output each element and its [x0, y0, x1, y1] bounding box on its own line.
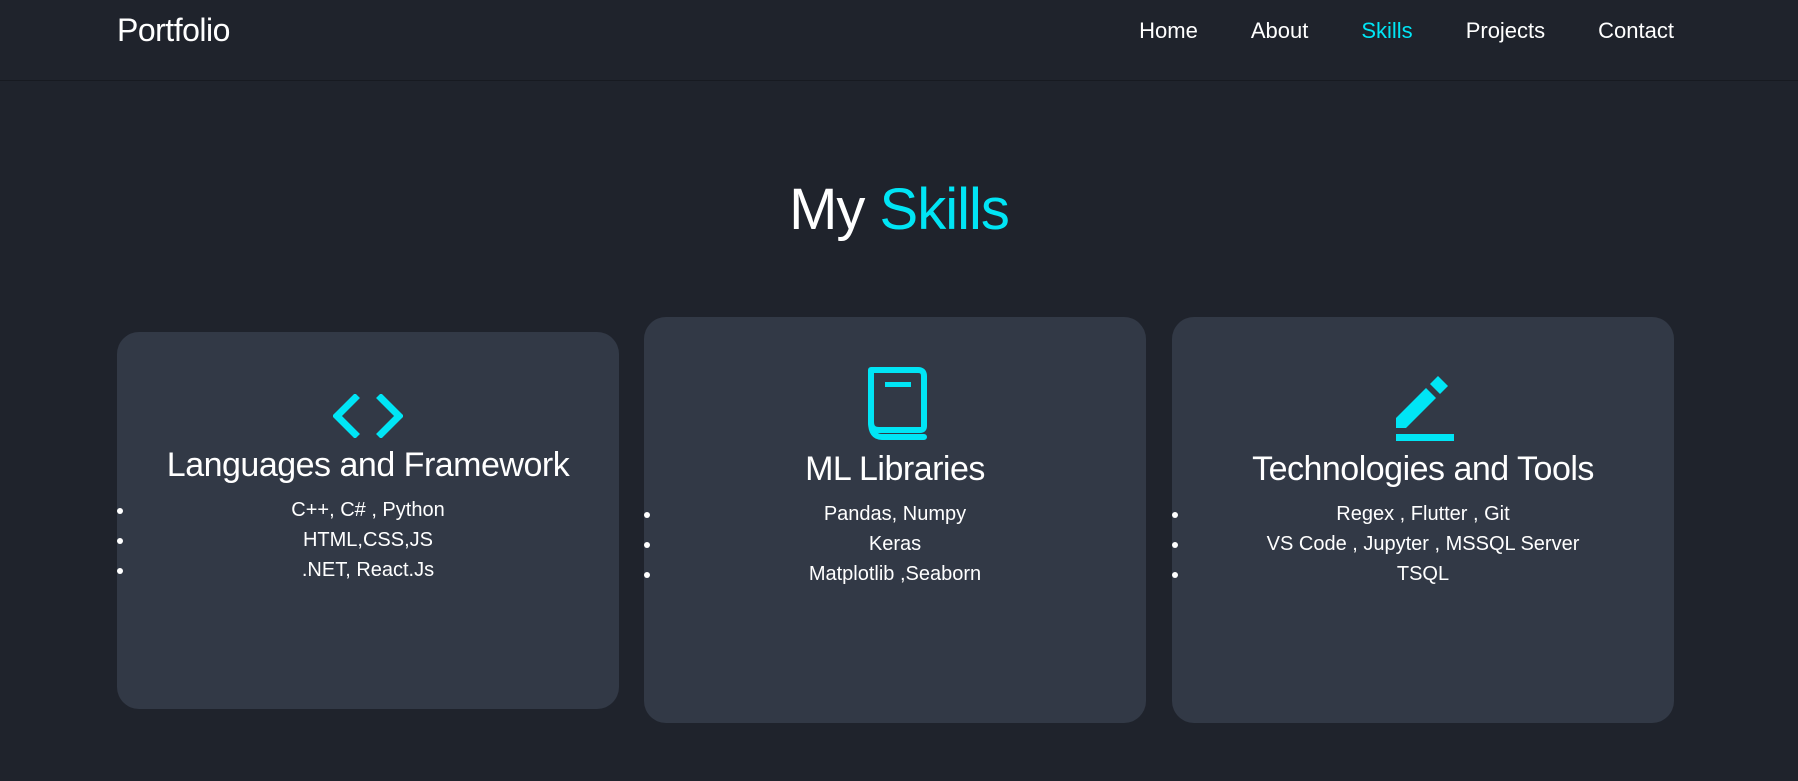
list-item: Pandas, Numpy: [662, 499, 1128, 529]
list-item: C++, C# , Python: [135, 495, 601, 525]
brand-logo[interactable]: Portfolio: [117, 12, 230, 49]
list-item: Matplotlib ,Seaborn: [662, 559, 1128, 589]
list-item: .NET, React.Js: [135, 555, 601, 585]
nav-item-home: Home: [1139, 18, 1198, 44]
nav-item-projects: Projects: [1466, 18, 1545, 44]
section-title: My Skills: [0, 176, 1798, 243]
nav-item-contact: Contact: [1598, 18, 1674, 44]
nav-link-about[interactable]: About: [1251, 18, 1309, 43]
code-brackets-icon: [333, 394, 403, 438]
list-item: Keras: [662, 529, 1128, 559]
section-title-accent: Skills: [879, 177, 1010, 242]
nav-link-contact[interactable]: Contact: [1598, 18, 1674, 43]
nav-links: Home About Skills Projects Contact: [1139, 18, 1674, 44]
skill-card-ml-libraries: ML Libraries Pandas, Numpy Keras Matplot…: [644, 317, 1146, 723]
nav-link-skills[interactable]: Skills: [1361, 18, 1412, 43]
skill-card-tools: Technologies and Tools Regex , Flutter ,…: [1172, 317, 1674, 723]
skill-list: Regex , Flutter , Git VS Code , Jupyter …: [1190, 499, 1656, 589]
section-title-prefix: My: [789, 177, 865, 242]
nav-link-home[interactable]: Home: [1139, 18, 1198, 43]
card-title: Technologies and Tools: [1252, 450, 1594, 488]
skill-list: Pandas, Numpy Keras Matplotlib ,Seaborn: [662, 499, 1128, 589]
book-icon: [868, 367, 927, 440]
navbar: Portfolio Home About Skills Projects Con…: [0, 0, 1798, 81]
nav-item-about: About: [1251, 18, 1309, 44]
nav-link-projects[interactable]: Projects: [1466, 18, 1545, 43]
card-title: ML Libraries: [805, 450, 985, 488]
list-item: VS Code , Jupyter , MSSQL Server: [1190, 529, 1656, 559]
skill-card-languages: Languages and Framework C++, C# , Python…: [117, 332, 619, 709]
pencil-icon: [1396, 376, 1454, 441]
list-item: TSQL: [1190, 559, 1656, 589]
skill-list: C++, C# , Python HTML,CSS,JS .NET, React…: [135, 495, 601, 585]
card-title: Languages and Framework: [166, 446, 570, 484]
list-item: HTML,CSS,JS: [135, 525, 601, 555]
nav-item-skills: Skills: [1361, 18, 1412, 44]
list-item: Regex , Flutter , Git: [1190, 499, 1656, 529]
